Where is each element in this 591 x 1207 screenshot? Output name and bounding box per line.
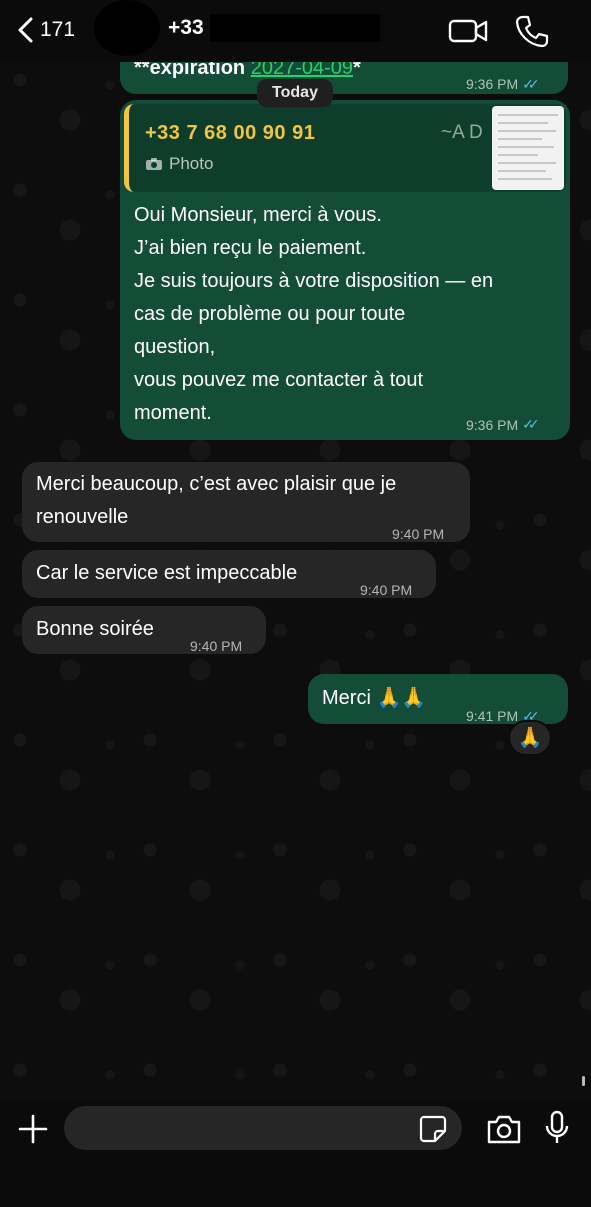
message-text: Oui Monsieur, merci à vous. J’ai bien re… bbox=[134, 204, 494, 424]
message-input[interactable] bbox=[64, 1106, 462, 1150]
quote-thumbnail bbox=[492, 106, 564, 190]
message-bubble-outgoing[interactable]: Merci 🙏🙏 9:41 PM ✓✓ bbox=[308, 674, 568, 724]
message-time: 9:36 PM ✓✓ bbox=[466, 416, 540, 433]
back-button[interactable]: 171 bbox=[16, 16, 75, 44]
scroll-indicator[interactable] bbox=[582, 1076, 585, 1086]
message-text: Car le service est impeccable bbox=[36, 562, 298, 584]
message-time: 9:40 PM bbox=[190, 638, 243, 654]
message-text: Bonne soirée bbox=[36, 618, 154, 640]
quote-media-type: Photo bbox=[145, 154, 213, 174]
phone-icon[interactable] bbox=[515, 14, 549, 48]
contact-name: +33 bbox=[168, 16, 204, 39]
message-time: 9:40 PM bbox=[360, 582, 413, 598]
double-check-icon: ✓✓ bbox=[522, 76, 540, 92]
quote-author: ~A D bbox=[441, 122, 483, 143]
message-text: Merci 🙏🙏 bbox=[322, 687, 427, 709]
message-text: Merci beaucoup, c’est avec plaisir que j… bbox=[36, 473, 397, 528]
contact-info[interactable]: +33 bbox=[168, 14, 380, 42]
double-check-icon: ✓✓ bbox=[522, 416, 540, 432]
message-bubble-incoming[interactable]: Car le service est impeccable 9:40 PM bbox=[22, 550, 436, 598]
video-call-icon[interactable] bbox=[448, 16, 488, 46]
camera-small-icon bbox=[146, 158, 162, 170]
quoted-message[interactable]: +33 7 68 00 90 91 ~A D Photo bbox=[124, 104, 566, 192]
microphone-icon[interactable] bbox=[543, 1110, 571, 1146]
sticker-icon[interactable] bbox=[418, 1114, 448, 1144]
message-time: 9:40 PM bbox=[392, 526, 445, 542]
chevron-left-icon bbox=[18, 17, 33, 43]
message-time: 9:36 PM ✓✓ bbox=[466, 68, 540, 101]
chat-header: 171 +33 bbox=[0, 0, 591, 62]
unread-count: 171 bbox=[40, 18, 76, 41]
date-separator: Today bbox=[257, 79, 333, 107]
avatar[interactable] bbox=[94, 0, 160, 56]
redacted-block bbox=[209, 14, 380, 42]
composer-bar bbox=[0, 1100, 591, 1207]
quote-sender: +33 7 68 00 90 91 bbox=[145, 122, 316, 144]
message-reaction[interactable]: 🙏 bbox=[508, 720, 552, 756]
message-bubble-incoming[interactable]: Bonne soirée 9:40 PM bbox=[22, 606, 266, 654]
message-bubble-incoming[interactable]: Merci beaucoup, c’est avec plaisir que j… bbox=[22, 462, 470, 542]
camera-icon[interactable] bbox=[485, 1112, 523, 1146]
plus-icon[interactable] bbox=[16, 1112, 50, 1146]
